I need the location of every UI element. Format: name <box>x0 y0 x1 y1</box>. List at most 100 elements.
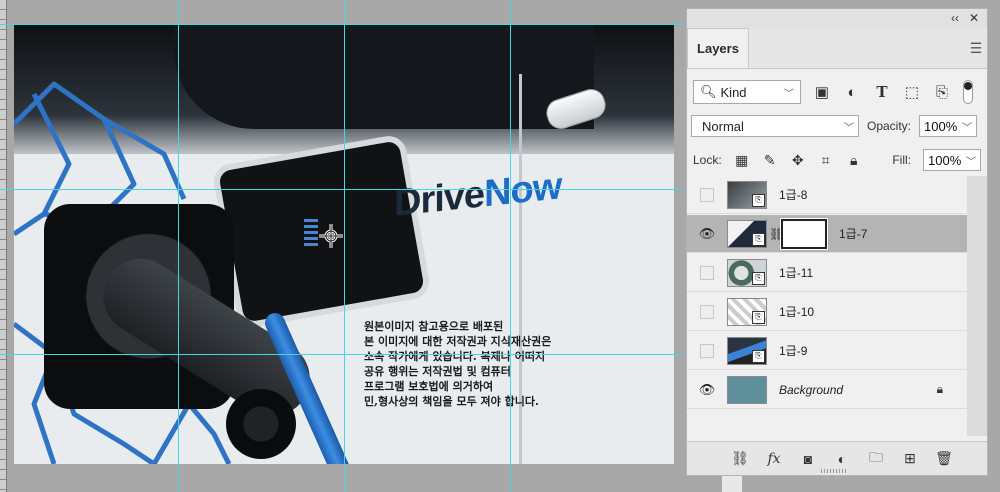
filter-kind-label: Kind <box>720 84 747 100</box>
fill-label: Fill: <box>892 153 911 167</box>
lock-row: Lock: ▦ ✎ ✥ ⌗ 🔒︎ Fill: 100% ﹀ <box>687 145 987 175</box>
guide-horizontal[interactable] <box>0 189 684 190</box>
port-cap <box>226 389 296 459</box>
fx-icon[interactable]: fx <box>765 450 783 468</box>
lock-label: Lock: <box>693 153 722 167</box>
guide-horizontal[interactable] <box>0 24 684 25</box>
visibility-toggle[interactable] <box>687 332 727 370</box>
smart-object-filter-icon[interactable]: ⎘ <box>933 83 951 101</box>
tab-layers[interactable]: Layers <box>687 28 749 68</box>
visibility-off-box <box>700 187 714 202</box>
fill-field[interactable]: 100% ﹀ <box>923 149 981 171</box>
layer-row[interactable]: ⎘ 1급-10 <box>687 293 967 331</box>
guide-horizontal[interactable] <box>0 354 684 355</box>
visibility-toggle[interactable] <box>687 254 727 292</box>
opacity-value: 100% <box>924 118 958 134</box>
brand-text-drive: Drive <box>394 173 485 225</box>
layer-thumbnail: ⎘ <box>727 258 767 287</box>
layer-name[interactable]: 1급-11 <box>779 264 813 281</box>
new-group-icon[interactable]: 🗀︎ <box>867 449 885 468</box>
visibility-toggle[interactable] <box>687 293 727 331</box>
filter-row: 🔍︎ Kind ﹀ ▣ ◐ T ⬚ ⎘ <box>687 75 987 109</box>
visibility-off-box <box>700 343 714 358</box>
watermark-line: 본 이미지에 대한 저작권과 지식재산권은 <box>364 335 552 348</box>
layer-name[interactable]: 1급-8 <box>779 186 807 203</box>
watermark-line: 소속 작가에게 있습니다. 복제나 어떠지 <box>364 350 546 363</box>
layer-row[interactable]: ⎘ 1급-8 <box>687 176 967 214</box>
mask-link-icon[interactable]: ⛓ <box>769 227 784 241</box>
watermark-line: 원본이미지 참고용으로 배포된 <box>364 320 504 333</box>
chevron-down-icon: ﹀ <box>844 122 854 134</box>
guide-vertical[interactable] <box>178 0 179 492</box>
visibility-toggle[interactable] <box>687 176 727 214</box>
visibility-toggle[interactable]: 👁︎ <box>687 371 727 409</box>
panel-tabbar: Layers ☰ <box>687 27 987 69</box>
layer-list: ⎘ 1급-8 👁︎ ⎘ ⛓ 1급-7 ⎘ 1급-11 ⎘ 1급-10 ⎘ 1급-… <box>687 176 987 436</box>
smart-object-badge-icon: ⎘ <box>752 310 765 324</box>
pixel-filter-icon[interactable]: ▣ <box>813 83 831 101</box>
panel-titlebar: ‹‹ ✕ <box>687 9 987 27</box>
layer-thumbnail: ⎘ <box>727 297 767 326</box>
layer-thumbnail <box>727 375 767 404</box>
search-icon: 🔍︎ <box>700 84 717 99</box>
chevron-down-icon: ﹀ <box>966 156 976 168</box>
guide-vertical[interactable] <box>510 0 511 492</box>
resize-grip[interactable] <box>821 469 847 473</box>
close-panel-button[interactable]: ✕ <box>969 11 979 25</box>
lock-artboard-icon[interactable]: ⌗ <box>818 152 834 168</box>
layer-mask-thumbnail[interactable] <box>780 217 828 250</box>
layer-thumbnail: ⎘ <box>727 336 767 365</box>
lock-position-icon[interactable]: ✥ <box>790 152 806 168</box>
guide-vertical[interactable] <box>344 0 345 492</box>
layer-row-background[interactable]: 👁︎ Background 🔒︎ <box>687 371 967 409</box>
layer-row-selected[interactable]: 👁︎ ⎘ ⛓ 1급-7 <box>687 215 967 253</box>
lock-all-icon[interactable]: 🔒︎ <box>846 152 862 168</box>
layer-row[interactable]: ⎘ 1급-9 <box>687 332 967 370</box>
visibility-toggle[interactable]: 👁︎ <box>687 215 727 253</box>
layer-name[interactable]: 1급-7 <box>839 225 867 242</box>
adjustment-layer-icon[interactable]: ◐ <box>833 450 851 468</box>
smart-object-badge-icon: ⎘ <box>752 232 765 246</box>
chevron-down-icon: ﹀ <box>962 122 973 134</box>
panel-menu-icon[interactable]: ☰ <box>965 28 987 68</box>
smart-object-badge-icon: ⎘ <box>752 271 765 285</box>
blend-mode-select[interactable]: Normal ﹀ <box>691 115 859 137</box>
opacity-label: Opacity: <box>867 119 912 133</box>
opacity-field[interactable]: 100% ﹀ <box>919 115 978 137</box>
type-filter-icon[interactable]: T <box>873 83 891 101</box>
adjustment-filter-icon[interactable]: ◐ <box>843 83 861 101</box>
lock-transparent-icon[interactable]: ▦ <box>734 152 750 168</box>
watermark-line: 프로그램 보호법에 의거하여 <box>364 380 494 393</box>
add-mask-icon[interactable]: ◙ <box>799 450 817 468</box>
layer-name[interactable]: Background <box>779 383 843 397</box>
shape-filter-icon[interactable]: ⬚ <box>903 83 921 101</box>
layer-name[interactable]: 1급-9 <box>779 342 807 359</box>
layer-name[interactable]: 1급-10 <box>779 303 814 320</box>
layer-thumbnail: ⎘ <box>727 219 767 248</box>
blend-row: Normal ﹀ Opacity: 100% ﹀ <box>687 111 987 141</box>
visibility-off-box <box>700 304 714 319</box>
layer-row[interactable]: ⎘ 1급-11 <box>687 254 967 292</box>
delete-layer-icon[interactable]: 🗑︎ <box>935 450 953 468</box>
move-crosshair-icon <box>319 224 343 248</box>
layers-panel: ‹‹ ✕ Layers ☰ 🔍︎ Kind ﹀ ▣ ◐ T ⬚ ⎘ Normal… <box>686 8 988 476</box>
collapse-panel-button[interactable]: ‹‹ <box>951 11 959 25</box>
blend-mode-value: Normal <box>702 118 744 134</box>
smart-object-badge-icon: ⎘ <box>752 349 765 363</box>
lock-pixels-icon[interactable]: ✎ <box>762 152 778 168</box>
panel-footer: ⛓ fx ◙ ◐ 🗀︎ ⊞ 🗑︎ <box>687 441 987 475</box>
fill-value: 100% <box>928 152 962 168</box>
watermark-line: 공유 행위는 저작권법 및 컴퓨터 <box>364 365 511 378</box>
smart-object-badge-icon: ⎘ <box>752 193 765 207</box>
lock-icon[interactable]: 🔒︎ <box>937 382 943 397</box>
filter-kind-select[interactable]: 🔍︎ Kind ﹀ <box>693 80 801 104</box>
visibility-off-box <box>700 265 714 280</box>
filter-toggle[interactable] <box>963 80 973 104</box>
layers-scrollbar[interactable] <box>967 176 987 436</box>
brand-text-now: Now <box>484 165 562 216</box>
new-layer-icon[interactable]: ⊞ <box>901 450 919 468</box>
status-leds <box>304 219 318 249</box>
layer-thumbnail: ⎘ <box>727 180 767 209</box>
link-layers-icon[interactable]: ⛓ <box>731 450 749 468</box>
eye-icon: 👁︎ <box>698 381 716 397</box>
